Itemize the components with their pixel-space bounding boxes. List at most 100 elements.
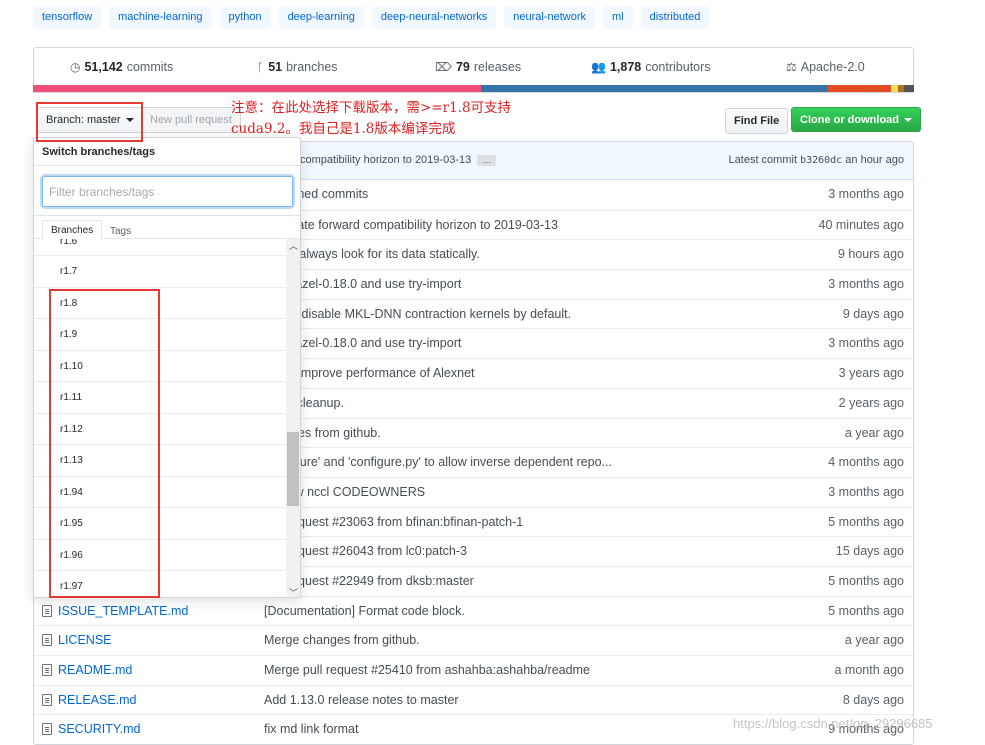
commit-age: 9 days ago: [842, 306, 904, 321]
contributors-count: 1,878: [609, 60, 642, 74]
scrollbar-thumb[interactable]: [287, 432, 299, 506]
commit-age: 5 months ago: [828, 514, 904, 529]
file-row[interactable]: README.md Merge pull request #25410 from …: [34, 655, 913, 685]
lang-segment: [891, 85, 898, 92]
tag-icon: ⌦: [435, 60, 452, 74]
topic-tag[interactable]: ml: [603, 6, 633, 29]
dropdown-filter: [34, 166, 300, 216]
commit-message-link[interactable]: pull request #23063 from bfinan:bfinan-p…: [264, 515, 523, 529]
contributors-label: contributors: [645, 60, 711, 74]
commit-age: 3 months ago: [828, 277, 904, 292]
commit-age: a month ago: [834, 663, 905, 677]
commit-age: 5 months ago: [828, 573, 904, 588]
commit-age: 15 days ago: [835, 544, 904, 559]
commit-age: 40 minutes ago: [818, 217, 904, 232]
file-link[interactable]: RELEASE.md: [42, 693, 137, 707]
topic-tag[interactable]: python: [219, 6, 271, 29]
topic-tag[interactable]: deep-neural-networks: [371, 6, 497, 29]
commit-age: 8 days ago: [842, 692, 904, 707]
scroll-down-icon[interactable]: ﹀: [289, 586, 298, 597]
file-link[interactable]: LICENSE: [42, 633, 112, 647]
topic-tag[interactable]: machine-learning: [109, 6, 212, 29]
commit-message-link[interactable]: orarily disable MKL-DNN contraction kern…: [264, 307, 571, 321]
commit-age: 3 months ago: [828, 187, 904, 201]
topic-tag[interactable]: deep-learning: [278, 6, 364, 29]
topics-bar: tensorflow machine-learning python deep-…: [33, 6, 710, 29]
lang-segment: [827, 85, 861, 92]
branches-count: 51: [268, 60, 283, 74]
commits-label: commits: [126, 60, 174, 74]
commit-age: 2 years ago: [838, 395, 904, 410]
branch-item[interactable]: r1.7: [34, 256, 300, 288]
red-highlight-branch-range: [49, 289, 160, 598]
license-label: Apache-2.0: [800, 60, 865, 74]
red-highlight-branch-button: [36, 102, 143, 142]
commit-age: a year ago: [844, 425, 904, 440]
releases-stat[interactable]: ⌦ 79 releases: [435, 60, 521, 74]
branches-label: branches: [286, 60, 338, 74]
commit-age: a year ago: [844, 633, 904, 648]
file-link[interactable]: SECURITY.md: [42, 722, 140, 736]
latest-commit-message[interactable]: compatibility horizon to 2019-03-13…: [300, 154, 497, 166]
law-icon: ⚖: [786, 60, 797, 74]
commit-message-link[interactable]: Merge changes from github.: [264, 633, 420, 647]
history-icon: ◷: [70, 60, 81, 74]
commit-message-link[interactable]: Add 1.13.0 release notes to master: [264, 693, 459, 707]
file-icon: [42, 604, 52, 617]
people-icon: 👥: [591, 60, 606, 74]
branch-item[interactable]: r1.6: [34, 239, 300, 256]
commit-message-link[interactable]: t: Update forward compatibility horizon …: [264, 218, 558, 232]
commit-sha-link[interactable]: b3260dc: [800, 155, 842, 166]
topic-tag[interactable]: neural-network: [504, 6, 595, 29]
annotation-line-1: 注意：在此处选择下载版本，需>=r1.8可支持: [231, 100, 512, 116]
caret-down-icon: [904, 117, 912, 122]
commit-age: 5 months ago: [828, 603, 904, 618]
commit-age: 3 months ago: [828, 336, 904, 351]
file-row[interactable]: RELEASE.md Add 1.13.0 release notes to ma…: [34, 684, 913, 715]
file-link[interactable]: README.md: [42, 663, 132, 677]
commits-stat[interactable]: ◷ 51,142 commits: [70, 60, 173, 74]
dropdown-title: Switch branches/tags: [34, 138, 300, 166]
file-icon: [42, 634, 52, 647]
file-icon: [42, 664, 52, 676]
tab-branches[interactable]: Branches: [42, 220, 103, 240]
commit-age: 4 months ago: [828, 455, 904, 470]
commit-message-link[interactable]: Merge pull request #25410 from ashahba:a…: [264, 663, 590, 677]
releases-count: 79: [455, 60, 470, 74]
filter-branches-input[interactable]: [42, 176, 293, 207]
contributors-stat[interactable]: 👥 1,878 contributors: [591, 60, 711, 74]
license-stat[interactable]: ⚖ Apache-2.0: [786, 60, 865, 74]
lang-segment: [861, 85, 891, 92]
lang-segment: [33, 85, 481, 92]
file-row[interactable]: LICENSE Merge changes from github. a year …: [34, 625, 913, 655]
branch-icon: ᚴ: [257, 60, 265, 74]
scrollbar[interactable]: ︿ ﹀: [286, 239, 300, 597]
commit-message-link[interactable]: fix md link format: [264, 722, 358, 736]
commit-age: 3 years ago: [838, 366, 904, 381]
clone-download-button[interactable]: Clone or download: [791, 107, 921, 132]
file-icon: [42, 693, 52, 706]
clone-download-label: Clone or download: [800, 113, 899, 126]
find-file-button[interactable]: Find File: [725, 108, 789, 134]
commit-age: 3 months ago: [828, 484, 904, 499]
commit-age: 9 hours ago: [837, 247, 904, 262]
file-icon: [42, 723, 52, 736]
expand-commit-button[interactable]: …: [477, 154, 497, 166]
topic-tag[interactable]: tensorflow: [33, 6, 102, 29]
commit-message-link[interactable]: [Documentation] Format code block.: [264, 604, 465, 618]
red-annotation-note: 注意：在此处选择下载版本，需>=r1.8可支持 cuda9.2。我自己是1.8版…: [231, 98, 511, 140]
watermark: https://blog.csdn.net/qq_29296685: [733, 716, 933, 731]
file-link[interactable]: ISSUE_TEMPLATE.md: [42, 604, 188, 618]
language-bar[interactable]: [33, 85, 914, 92]
releases-label: releases: [473, 60, 522, 74]
branches-stat[interactable]: ᚴ 51 branches: [257, 60, 338, 74]
latest-commit-info: Latest commit b3260dc an hour ago: [728, 154, 904, 166]
topic-tag[interactable]: distributed: [640, 6, 710, 29]
dropdown-tabs: Branches Tags: [34, 216, 300, 240]
new-pull-request-button[interactable]: New pull request: [141, 107, 241, 133]
commits-count: 51,142: [84, 60, 123, 74]
scroll-up-icon[interactable]: ︿: [289, 239, 298, 252]
commit-message-link[interactable]: 'configure' and 'configure.py' to allow …: [264, 455, 612, 469]
file-row[interactable]: ISSUE_TEMPLATE.md [Documentation] Format …: [34, 595, 913, 626]
lang-segment: [904, 85, 914, 92]
